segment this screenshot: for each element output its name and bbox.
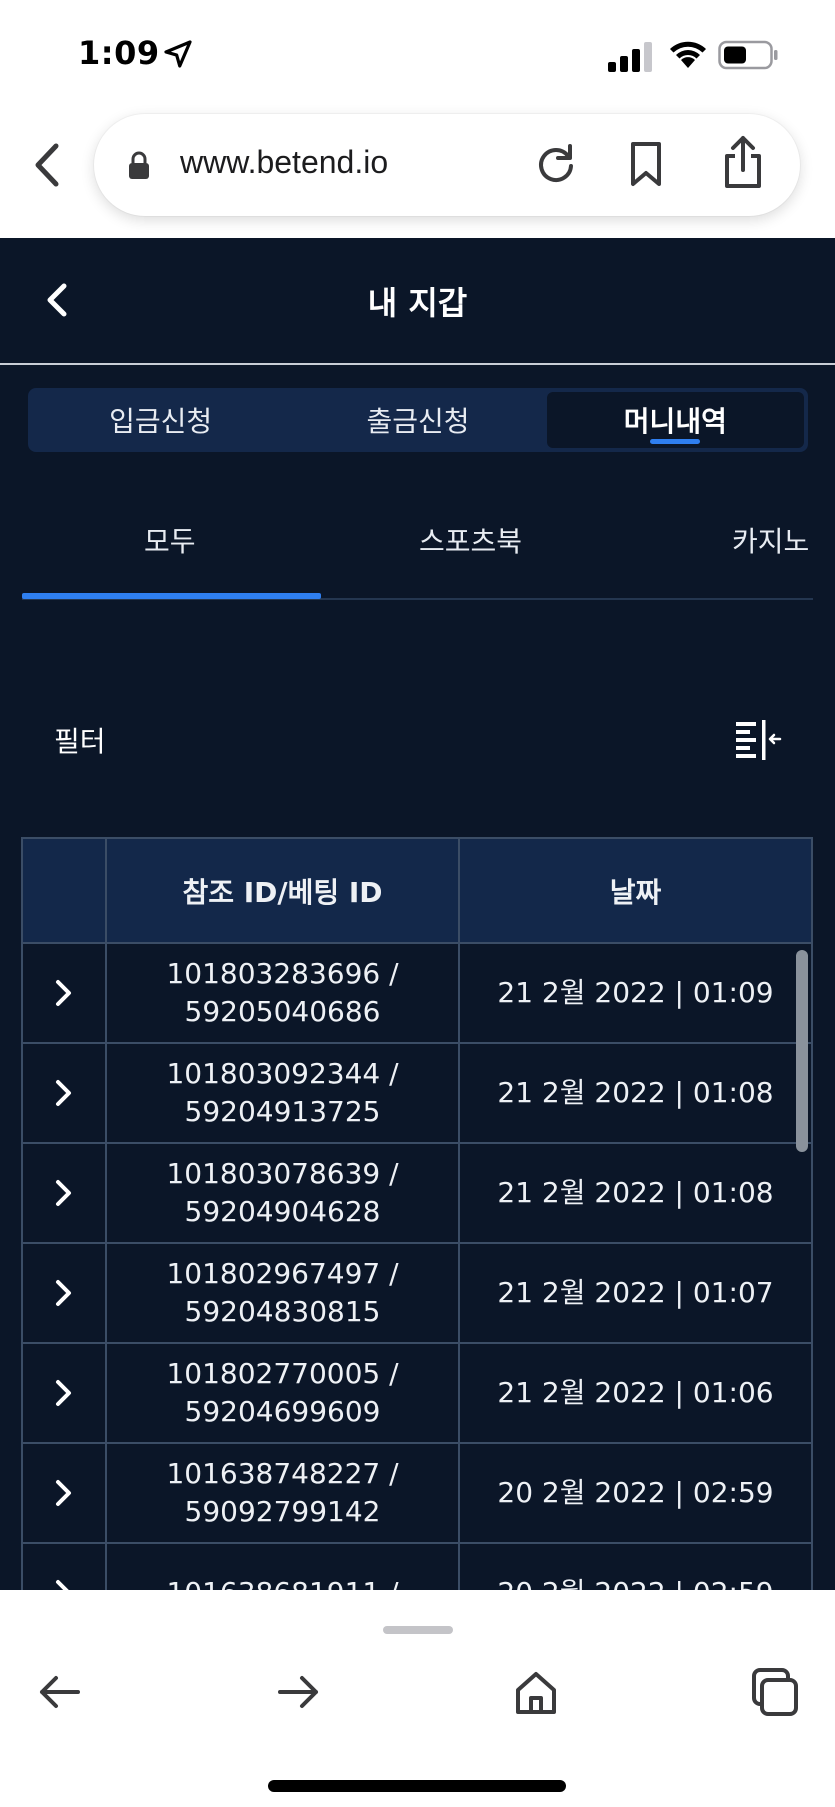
ref-id: 101803078639 / [166,1157,399,1190]
date-cell: 20 2월 2022 | 02:59 [460,1544,813,1590]
table-header-row: 참조 ID/베팅 ID 날짜 [21,837,813,944]
bet-id: 59204699609 [184,1395,381,1428]
table-header-date: 날짜 [460,837,813,944]
active-tab-indicator [650,439,701,444]
money-history-table: 참조 ID/베팅 ID 날짜 101803283696 / 59205040686… [21,837,813,1590]
table-row[interactable]: 101802770005 / 59204699609 21 2월 2022 | 0… [21,1344,813,1444]
category-tab-sportsbook[interactable]: 스포츠북 [419,520,522,560]
ref-id: 101803283696 / [166,957,399,990]
status-time: 1:09 [78,34,160,72]
ref-id-cell: 101803283696 / 59205040686 [107,944,460,1044]
page-title: 내 지갑 [367,284,468,322]
url-text[interactable]: www.betend.io [180,144,388,181]
date-cell: 21 2월 2022 | 01:08 [460,1044,813,1144]
filter-collapse-icon[interactable] [734,718,782,760]
expand-row-button[interactable] [21,944,107,1044]
date-cell: 21 2월 2022 | 01:09 [460,944,813,1044]
address-bar[interactable]: www.betend.io [94,114,800,216]
table-scrollbar[interactable] [796,950,808,1152]
back-arrow-icon[interactable] [34,1666,86,1718]
reload-icon[interactable] [534,142,578,186]
app-header: 내 지갑 [0,238,835,365]
table-row[interactable]: 101803092344 / 59204913725 21 2월 2022 | 0… [21,1044,813,1144]
date-cell: 21 2월 2022 | 01:07 [460,1244,813,1344]
ref-id: 101638681911 / [166,1574,398,1590]
date-cell: 21 2월 2022 | 01:06 [460,1344,813,1444]
bookmark-icon[interactable] [628,140,664,188]
battery-icon [718,40,778,70]
category-tab-all[interactable]: 모두 [144,520,196,560]
bet-id: 59204913725 [184,1095,381,1128]
expand-row-button[interactable] [21,1244,107,1344]
ref-id: 101638748227 / [166,1457,399,1490]
bet-id: 59092799142 [184,1495,381,1528]
chevron-right-icon [56,1080,71,1106]
tabs-icon[interactable] [748,1666,800,1718]
table-row[interactable]: 101803283696 / 59205040686 21 2월 2022 | 0… [21,944,813,1044]
ref-id: 101802967497 / [166,1257,399,1290]
table-row[interactable]: 101638748227 / 59092799142 20 2월 2022 | 0… [21,1444,813,1544]
bet-id: 59205040686 [184,995,381,1028]
ref-id-cell: 101802967497 / 59204830815 [107,1244,460,1344]
lock-icon [129,151,149,179]
wallet-segment-tabs: 입금신청 출금신청 머니내역 [28,388,808,452]
chevron-right-icon [56,1380,71,1406]
date-cell: 20 2월 2022 | 02:59 [460,1444,813,1544]
tab-withdraw[interactable]: 출금신청 [289,392,546,448]
chevron-right-icon [56,1280,71,1306]
ref-id-cell: 101638681911 / [107,1544,460,1590]
back-chevron-icon[interactable] [28,140,68,190]
bet-id: 59204904628 [184,1195,381,1228]
ref-id-cell: 101803092344 / 59204913725 [107,1044,460,1144]
browser-toolbar [0,1590,835,1807]
browser-bar: www.betend.io [0,110,835,238]
category-active-indicator [22,593,321,599]
home-indicator [268,1780,566,1792]
expand-row-button[interactable] [21,1044,107,1144]
table-header-expand [21,837,107,944]
ref-id: 101802770005 / [166,1357,399,1390]
table-header-ref-id: 참조 ID/베팅 ID [107,837,460,944]
ref-id-cell: 101802770005 / 59204699609 [107,1344,460,1444]
category-tab-casino[interactable]: 카지노 [732,520,809,560]
expand-row-button[interactable] [21,1144,107,1244]
status-bar: 1:09 [0,0,835,110]
bet-id: 59204830815 [184,1295,381,1328]
cellular-signal-icon [608,42,652,72]
forward-arrow-icon[interactable] [272,1666,324,1718]
home-icon[interactable] [510,1666,562,1718]
expand-row-button[interactable] [21,1444,107,1544]
table-row[interactable]: 101638681911 / 20 2월 2022 | 02:59 [21,1544,813,1590]
date-cell: 21 2월 2022 | 01:08 [460,1144,813,1244]
tab-deposit[interactable]: 입금신청 [32,392,289,448]
ref-id: 101803092344 / [166,1057,399,1090]
table-row[interactable]: 101802967497 / 59204830815 21 2월 2022 | 0… [21,1244,813,1344]
tab-money-history-label: 머니내역 [623,405,727,438]
ref-id-cell: 101803078639 / 59204904628 [107,1144,460,1244]
chevron-right-icon [56,980,71,1006]
chevron-right-icon [56,1580,69,1590]
tab-money-history[interactable]: 머니내역 [546,392,804,448]
table-row[interactable]: 101803078639 / 59204904628 21 2월 2022 | 0… [21,1144,813,1244]
share-icon[interactable] [722,134,764,190]
location-arrow-icon [164,40,192,68]
tab-withdraw-label: 출금신청 [366,405,470,438]
chevron-right-icon [56,1480,71,1506]
tab-deposit-label: 입금신청 [109,405,213,438]
expand-row-button[interactable] [21,1344,107,1444]
ref-id-cell: 101638748227 / 59092799142 [107,1444,460,1544]
chevron-right-icon [56,1180,71,1206]
wifi-icon [670,41,706,68]
expand-row-button[interactable] [21,1544,107,1590]
filter-label[interactable]: 필터 [54,720,106,760]
toolbar-handle[interactable] [383,1626,453,1634]
category-tabs: 모두 스포츠북 카지노 [22,490,835,600]
